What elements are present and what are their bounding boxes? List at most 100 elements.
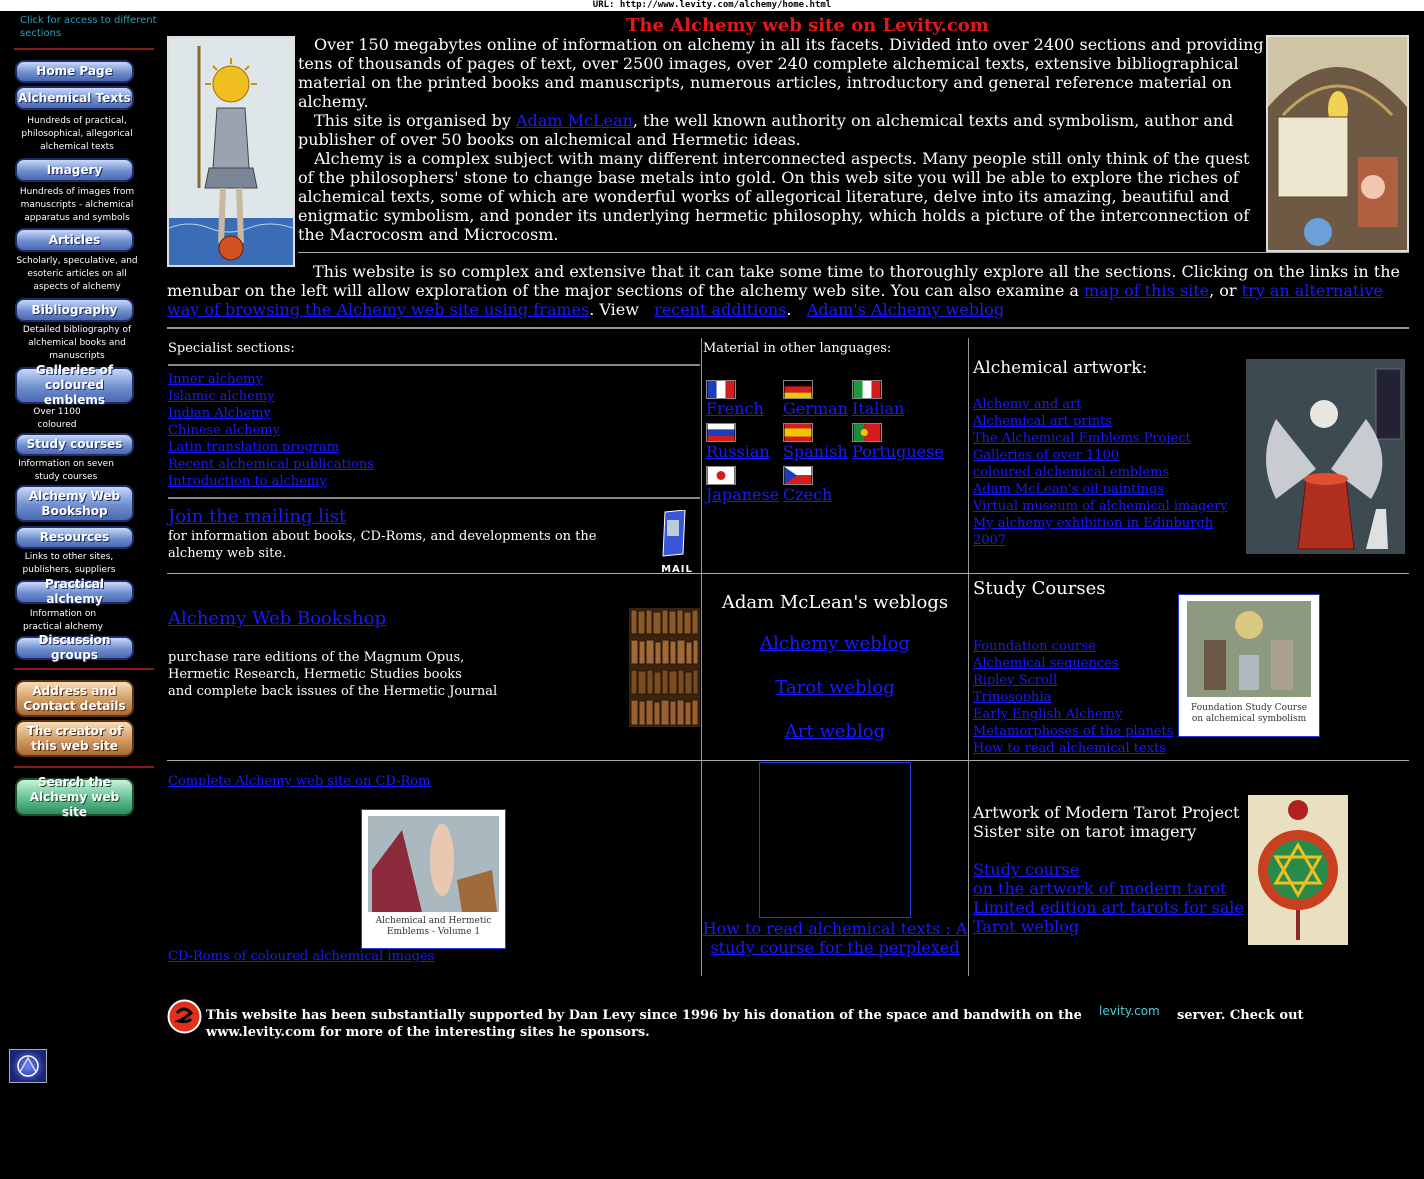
levity-logo-icon[interactable] (167, 999, 202, 1034)
cdrom-images-link[interactable]: CD-Roms of coloured alchemical images (168, 949, 434, 964)
exhibition-year-link[interactable]: 2007 (973, 532, 1243, 549)
recent-additions-link[interactable]: recent additions (654, 300, 786, 319)
lang-german[interactable]: German (783, 380, 848, 418)
nav-home-button[interactable]: Home Page (15, 60, 134, 83)
cdrom-cover[interactable]: Alchemical and Hermetic Emblems - Volume… (361, 809, 506, 949)
intro-text: This site is organised by (314, 111, 516, 130)
mailing-list-link[interactable]: Join the mailing list (168, 506, 346, 527)
portuguese-link[interactable]: Portuguese (852, 442, 944, 461)
early-english-alchemy-link[interactable]: Early English Alchemy (973, 706, 1183, 723)
nav-creator-button[interactable]: The creator of this web site (15, 720, 134, 757)
nav-search-button[interactable]: Search the Alchemy web site (15, 775, 134, 819)
lang-portuguese[interactable]: Portuguese (852, 423, 944, 461)
spanish-link[interactable]: Spanish (783, 442, 848, 461)
art-weblog-link[interactable]: Art weblog (702, 721, 968, 742)
divider (14, 766, 154, 768)
nav-galleries-button[interactable]: Galleries of coloured emblems (15, 363, 134, 407)
nav-articles-button[interactable]: Articles (15, 228, 134, 252)
how-to-read-link[interactable]: How to read alchemical texts (973, 740, 1183, 757)
foundation-course-caption: Foundation Study Course on alchemical sy… (1190, 703, 1308, 724)
lang-italian[interactable]: Italian (852, 380, 904, 418)
how-to-read-course-link[interactable]: How to read alchemical texts : A study c… (702, 919, 968, 957)
lang-japanese[interactable]: Japanese (706, 466, 779, 504)
nav-alchemical-texts-button[interactable]: Alchemical Texts (15, 86, 134, 110)
russian-flag-icon (706, 423, 736, 442)
bookshop-link[interactable]: Alchemy Web Bookshop (168, 608, 386, 629)
art-tarots-sale-link[interactable]: Limited edition art tarots for sale (973, 898, 1244, 917)
french-link[interactable]: French (706, 399, 764, 418)
tarot-weblog-link-2[interactable]: Tarot weblog (973, 917, 1244, 936)
tarot-study-course-link[interactable]: Study course (973, 860, 1244, 879)
lang-french[interactable]: French (706, 380, 764, 418)
japanese-link[interactable]: Japanese (706, 485, 779, 504)
lang-czech[interactable]: Czech (783, 466, 832, 504)
islamic-alchemy-link[interactable]: Islamic alchemy (168, 388, 668, 405)
coloured-emblems-link[interactable]: coloured alchemical emblems (973, 464, 1243, 481)
lang-russian[interactable]: Russian (706, 423, 770, 461)
italian-flag-icon (852, 380, 882, 399)
emblems-project-link[interactable]: The Alchemical Emblems Project (973, 430, 1243, 447)
galleries-link[interactable]: Galleries of over 1100 (973, 447, 1243, 464)
adams-weblog-link[interactable]: Adam's Alchemy weblog (807, 300, 1004, 319)
inner-alchemy-link[interactable]: Inner alchemy (168, 371, 668, 388)
introduction-link[interactable]: Introduction to alchemy (168, 473, 668, 490)
spanish-flag-icon (783, 423, 813, 442)
recent-publications-link[interactable]: Recent alchemical publications (168, 456, 668, 473)
italian-link[interactable]: Italian (852, 399, 904, 418)
tarot-artwork-link[interactable]: on the artwork of modern tarot (973, 879, 1244, 898)
tarot-links: Study course on the artwork of modern ta… (973, 860, 1244, 936)
adam-mclean-link[interactable]: Adam McLean (516, 111, 633, 130)
levity-com-logo[interactable]: levity.com (1086, 1004, 1172, 1018)
specialist-heading: Specialist sections: (168, 341, 295, 356)
nav-bookshop-button[interactable]: Alchemy Web Bookshop (15, 485, 134, 522)
alchemy-and-art-link[interactable]: Alchemy and art (973, 396, 1243, 413)
virtual-museum-link[interactable]: Virtual museum of alchemical imagery (973, 498, 1243, 515)
lang-spanish[interactable]: Spanish (783, 423, 848, 461)
bookshop-desc-1: purchase rare editions of the Magnum Opu… (168, 650, 465, 665)
cdrom-link[interactable]: Complete Alchemy web site on CD-Rom (168, 774, 430, 789)
latin-translation-link[interactable]: Latin translation program (168, 439, 668, 456)
winged-figure-painting[interactable] (1246, 359, 1405, 554)
ripley-scroll-link[interactable]: Ripley Scroll (973, 672, 1183, 689)
exhibition-link[interactable]: My alchemy exhibition in Edinburgh (973, 515, 1243, 532)
foundation-course-link[interactable]: Foundation course (973, 638, 1183, 655)
chinese-alchemy-link[interactable]: Chinese alchemy (168, 422, 668, 439)
nav-bibliography-button[interactable]: Bibliography (15, 298, 134, 322)
czech-link[interactable]: Czech (783, 485, 832, 504)
tarot-weblog-link[interactable]: Tarot weblog (702, 677, 968, 698)
bookshelf-image[interactable] (629, 608, 700, 727)
nav-resources-button[interactable]: Resources (15, 526, 134, 549)
nav-practical-alchemy-button[interactable]: Practical alchemy (15, 577, 134, 606)
nav-study-courses-button[interactable]: Study courses (15, 433, 134, 456)
footer-text-pre: This website has been substantially supp… (206, 1008, 1082, 1023)
german-link[interactable]: German (783, 399, 848, 418)
nav-imagery-desc: Hundreds of images from manuscripts - al… (19, 187, 135, 223)
russian-link[interactable]: Russian (706, 442, 770, 461)
site-map-link[interactable]: map of this site (1084, 281, 1209, 300)
alchemical-vessel-image (1266, 35, 1409, 252)
footer-text: This website has been substantially supp… (206, 1004, 1316, 1041)
footer-line-2: www.levity.com for more of the interesti… (206, 1025, 650, 1040)
nav-study-courses-desc: Information on seven study courses (18, 459, 114, 482)
indian-alchemy-link[interactable]: Indian Alchemy (168, 405, 668, 422)
how-to-read-image[interactable] (759, 762, 911, 918)
portuguese-flag-icon (852, 423, 882, 442)
intro-text: , or (1209, 281, 1242, 300)
trinosophia-link[interactable]: Trinosophia (973, 689, 1183, 706)
nav-address-button[interactable]: Address and Contact details (15, 680, 134, 717)
foundation-course-cover[interactable]: Foundation Study Course on alchemical sy… (1178, 594, 1320, 737)
art-prints-link[interactable]: Alchemical art prints (973, 413, 1243, 430)
footer-text-post: server. Check out (1176, 1008, 1304, 1023)
mail-icon[interactable]: MAIL (655, 509, 699, 575)
intro-text: . (786, 300, 792, 319)
nav-imagery-button[interactable]: Imagery (15, 158, 134, 182)
nav-alchemical-texts-desc: Hundreds of practical, philosophical, al… (21, 116, 133, 152)
metamorphoses-link[interactable]: Metamorphoses of the planets (973, 723, 1183, 740)
site-badge-icon[interactable] (9, 1049, 47, 1083)
tarot-card-image[interactable] (1248, 795, 1348, 945)
alchemical-sequences-link[interactable]: Alchemical sequences (973, 655, 1183, 672)
nav-discussion-groups-button[interactable]: Discussion groups (15, 633, 134, 662)
column-divider (701, 338, 702, 976)
alchemy-weblog-link[interactable]: Alchemy weblog (702, 633, 968, 654)
oil-paintings-link[interactable]: Adam McLean's oil paintings (973, 481, 1243, 498)
